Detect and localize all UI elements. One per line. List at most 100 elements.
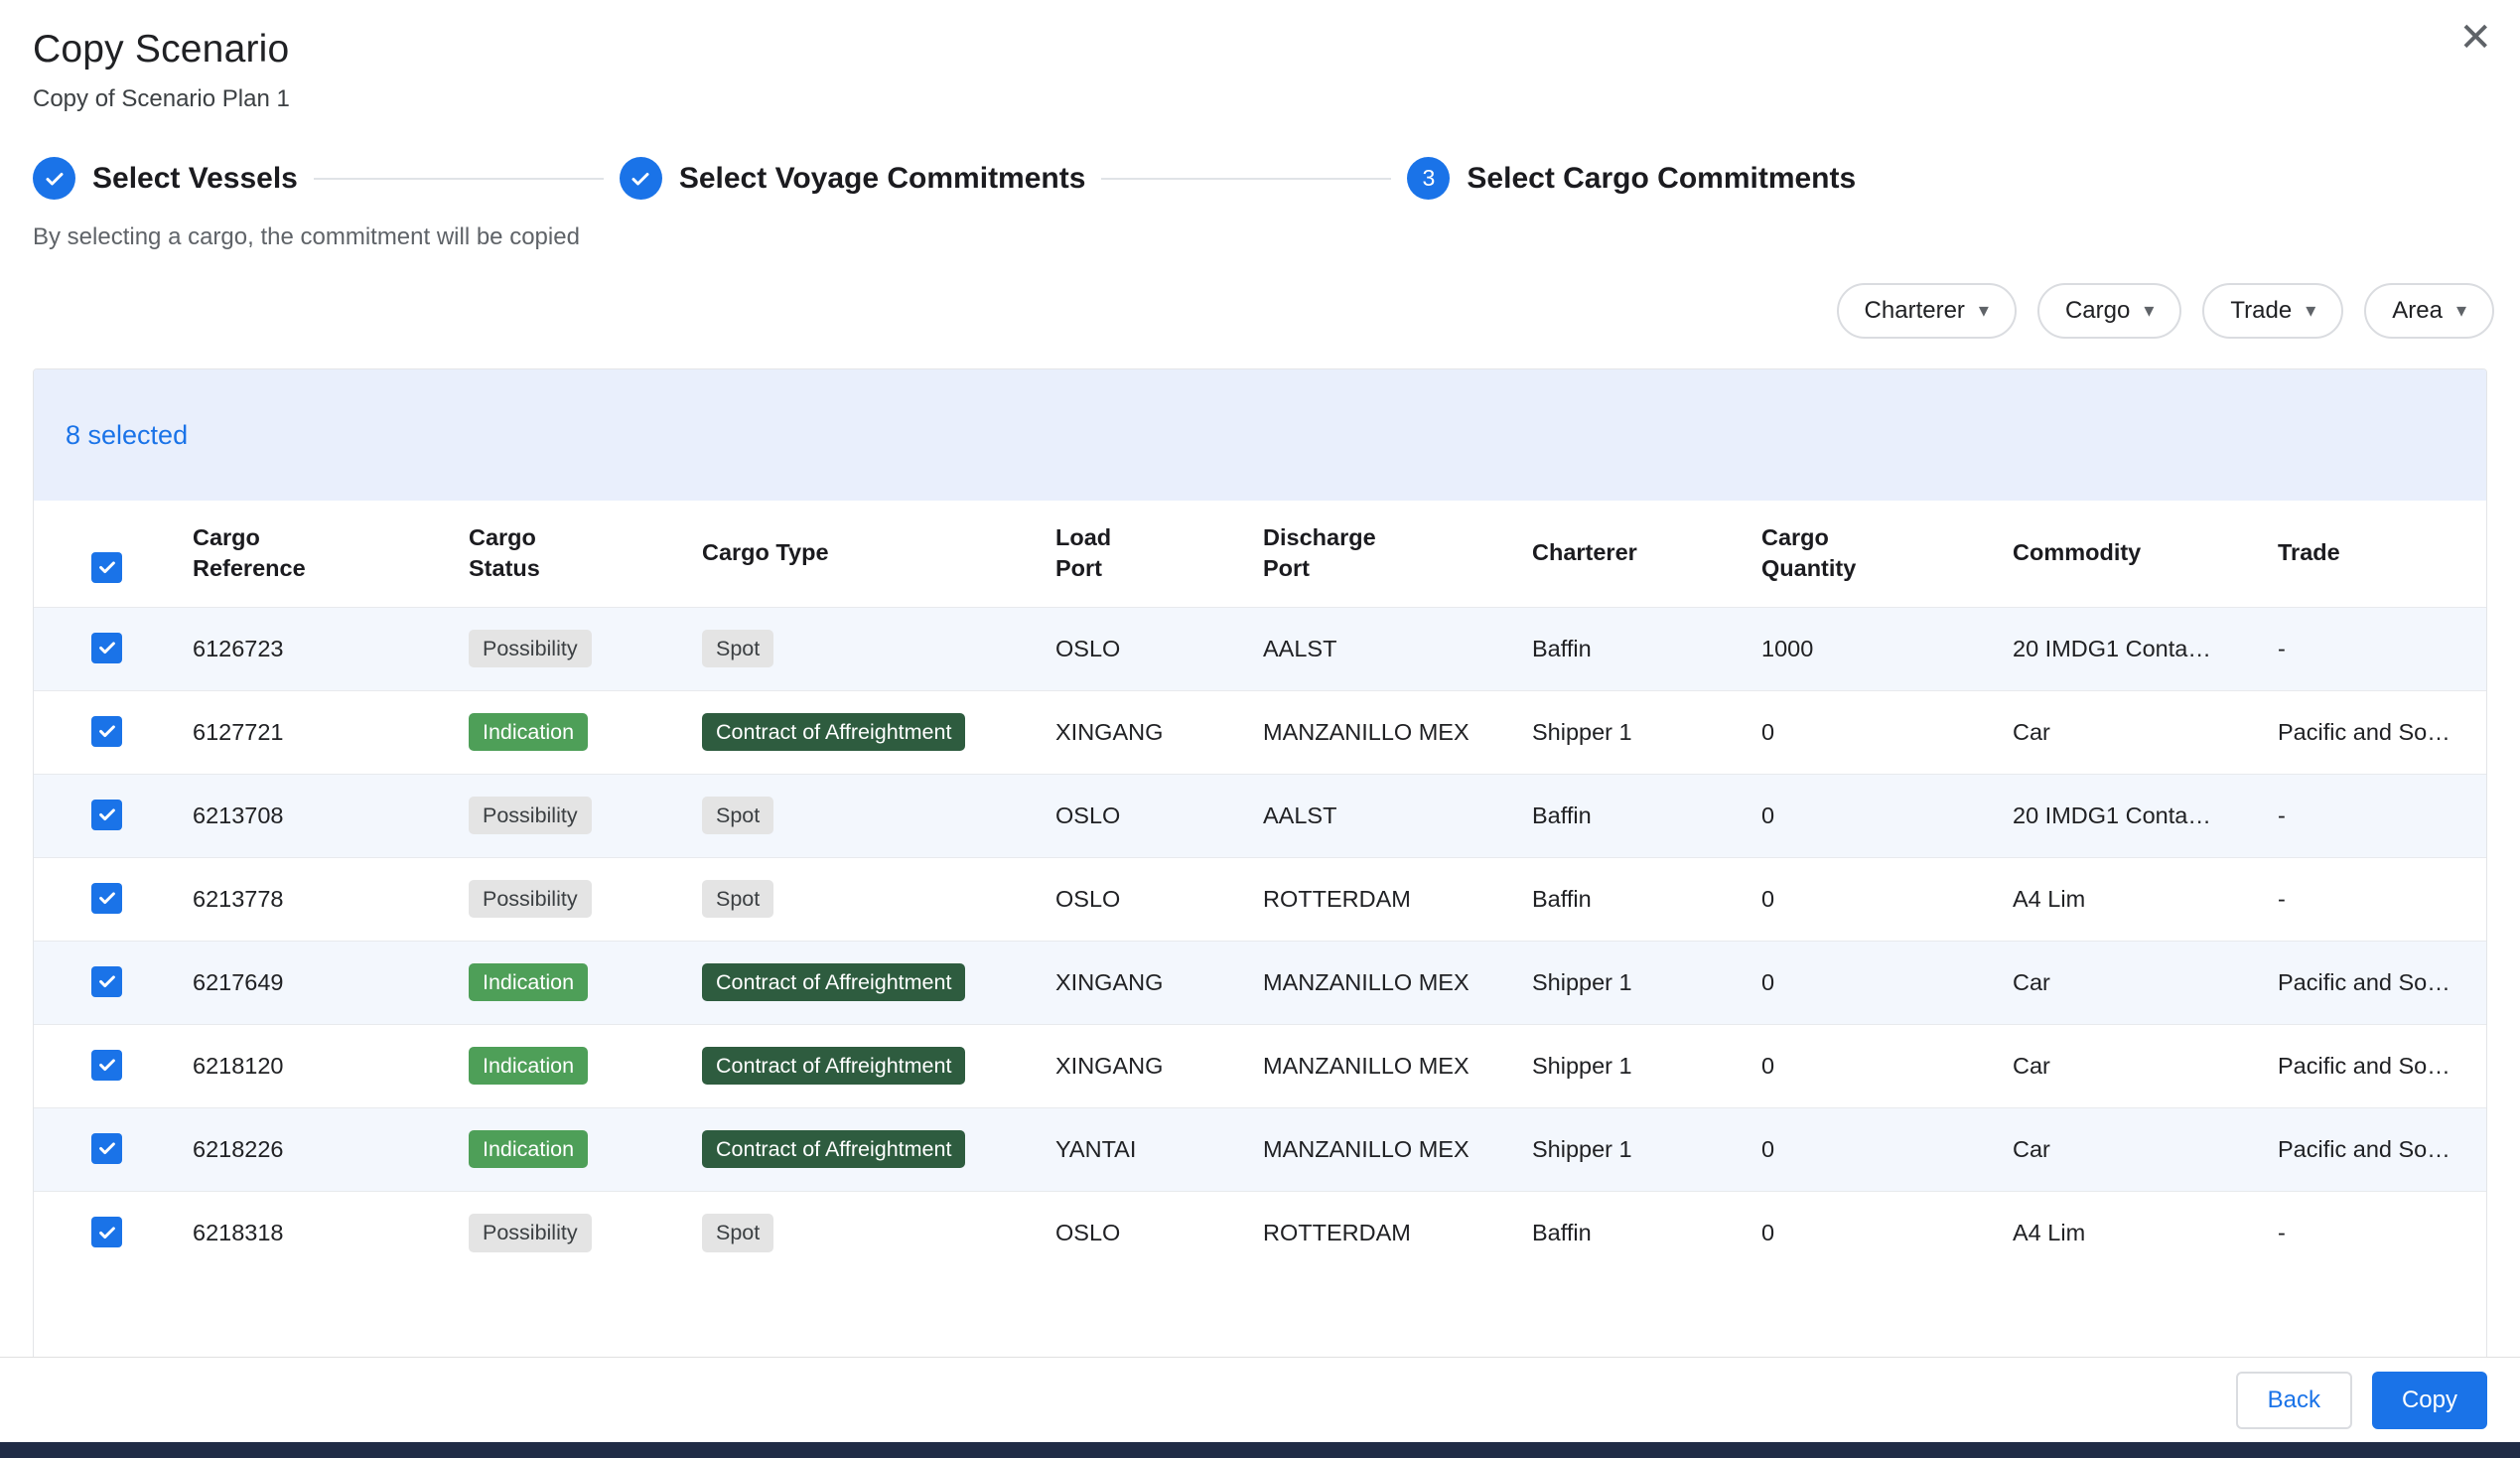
check-icon bbox=[96, 1222, 118, 1243]
commodity-cell: Car bbox=[2003, 1024, 2268, 1107]
back-button[interactable]: Back bbox=[2236, 1372, 2352, 1429]
cargo-reference-cell: 6217649 bbox=[183, 941, 459, 1024]
type-badge: Spot bbox=[702, 630, 773, 668]
step-complete-check-icon bbox=[620, 157, 662, 200]
cargo-status-cell: Indication bbox=[459, 690, 692, 774]
cargo-quantity-cell: 1000 bbox=[1751, 607, 2003, 690]
column-header-charterer: Charterer bbox=[1522, 501, 1751, 607]
type-badge: Contract of Affreightment bbox=[702, 1047, 965, 1086]
dialog-header: Copy Scenario Copy of Scenario Plan 1 ✕ bbox=[0, 0, 2520, 113]
charterer-cell: Baffin bbox=[1522, 774, 1751, 857]
type-badge: Contract of Affreightment bbox=[702, 963, 965, 1002]
cargo-status-cell: Indication bbox=[459, 1024, 692, 1107]
table-row[interactable]: 6126723 Possibility Spot OSLO AALST Baff… bbox=[34, 607, 2486, 690]
charterer-cell: Baffin bbox=[1522, 607, 1751, 690]
row-checkbox[interactable] bbox=[91, 800, 122, 830]
row-checkbox[interactable] bbox=[91, 633, 122, 663]
step-label: Select Cargo Commitments bbox=[1467, 162, 1856, 196]
row-checkbox[interactable] bbox=[91, 966, 122, 997]
trade-cell: - bbox=[2268, 857, 2486, 941]
type-badge: Spot bbox=[702, 1214, 773, 1252]
cargo-reference-cell: 6126723 bbox=[183, 607, 459, 690]
table-row[interactable]: 6213778 Possibility Spot OSLO ROTTERDAM … bbox=[34, 857, 2486, 941]
discharge-port-cell: MANZANILLO MEX bbox=[1253, 690, 1522, 774]
filter-cargo-dropdown[interactable]: Cargo ▾ bbox=[2037, 283, 2181, 339]
status-badge: Possibility bbox=[469, 630, 592, 668]
row-checkbox[interactable] bbox=[91, 1217, 122, 1247]
table-row[interactable]: 6217649 Indication Contract of Affreight… bbox=[34, 941, 2486, 1024]
cargo-quantity-cell: 0 bbox=[1751, 1107, 2003, 1191]
column-header-cargo-reference: Cargo Reference bbox=[183, 501, 459, 607]
trade-cell: Pacific and So… bbox=[2268, 1107, 2486, 1191]
row-checkbox[interactable] bbox=[91, 883, 122, 914]
cargo-type-cell: Spot bbox=[692, 774, 1046, 857]
table-row[interactable]: 6218318 Possibility Spot OSLO ROTTERDAM … bbox=[34, 1191, 2486, 1274]
select-all-checkbox[interactable] bbox=[91, 552, 122, 583]
header-checkbox-cell bbox=[34, 501, 183, 607]
step-select-voyage-commitments[interactable]: Select Voyage Commitments bbox=[620, 157, 1086, 200]
cargo-status-cell: Indication bbox=[459, 941, 692, 1024]
load-port-cell: OSLO bbox=[1046, 857, 1253, 941]
cargo-reference-cell: 6213778 bbox=[183, 857, 459, 941]
column-header-commodity: Commodity bbox=[2003, 501, 2268, 607]
load-port-cell: OSLO bbox=[1046, 774, 1253, 857]
row-checkbox-cell bbox=[34, 941, 183, 1024]
cargo-type-cell: Spot bbox=[692, 857, 1046, 941]
helper-text: By selecting a cargo, the commitment wil… bbox=[0, 223, 2520, 251]
load-port-cell: OSLO bbox=[1046, 607, 1253, 690]
table-row[interactable]: 6218120 Indication Contract of Affreight… bbox=[34, 1024, 2486, 1107]
stepper: Select Vessels Select Voyage Commitments… bbox=[0, 157, 2520, 200]
check-icon bbox=[96, 556, 118, 578]
filter-trade-dropdown[interactable]: Trade ▾ bbox=[2202, 283, 2343, 339]
row-checkbox[interactable] bbox=[91, 1133, 122, 1164]
chevron-down-icon: ▾ bbox=[2306, 301, 2315, 321]
filter-area-dropdown[interactable]: Area ▾ bbox=[2364, 283, 2494, 339]
check-icon bbox=[96, 720, 118, 742]
filter-charterer-dropdown[interactable]: Charterer ▾ bbox=[1837, 283, 2017, 339]
trade-cell: - bbox=[2268, 1191, 2486, 1274]
commodity-cell: Car bbox=[2003, 690, 2268, 774]
stepper-connector bbox=[314, 178, 604, 180]
check-icon bbox=[96, 803, 118, 825]
row-checkbox[interactable] bbox=[91, 1050, 122, 1081]
table-row[interactable]: 6127721 Indication Contract of Affreight… bbox=[34, 690, 2486, 774]
table-row[interactable]: 6213708 Possibility Spot OSLO AALST Baff… bbox=[34, 774, 2486, 857]
check-icon bbox=[96, 1054, 118, 1076]
type-badge: Spot bbox=[702, 797, 773, 835]
cargo-table-panel: 8 selected Cargo Reference Cargo Status … bbox=[33, 368, 2487, 1385]
cargo-quantity-cell: 0 bbox=[1751, 857, 2003, 941]
row-checkbox-cell bbox=[34, 607, 183, 690]
cargo-type-cell: Contract of Affreightment bbox=[692, 1024, 1046, 1107]
trade-cell: - bbox=[2268, 774, 2486, 857]
close-icon[interactable]: ✕ bbox=[2458, 18, 2492, 58]
cargo-type-cell: Contract of Affreightment bbox=[692, 941, 1046, 1024]
discharge-port-cell: MANZANILLO MEX bbox=[1253, 1107, 1522, 1191]
background-app-bar bbox=[0, 1442, 2520, 1458]
table-row[interactable]: 6218226 Indication Contract of Affreight… bbox=[34, 1107, 2486, 1191]
table-body: 6126723 Possibility Spot OSLO AALST Baff… bbox=[34, 607, 2486, 1274]
commodity-cell: A4 Lim bbox=[2003, 1191, 2268, 1274]
load-port-cell: XINGANG bbox=[1046, 1024, 1253, 1107]
row-checkbox[interactable] bbox=[91, 716, 122, 747]
commodity-cell: 20 IMDG1 Conta… bbox=[2003, 607, 2268, 690]
cargo-status-cell: Indication bbox=[459, 1107, 692, 1191]
charterer-cell: Shipper 1 bbox=[1522, 941, 1751, 1024]
cargo-quantity-cell: 0 bbox=[1751, 690, 2003, 774]
cargo-quantity-cell: 0 bbox=[1751, 1191, 2003, 1274]
chevron-down-icon: ▾ bbox=[2144, 301, 2154, 321]
trade-cell: Pacific and So… bbox=[2268, 1024, 2486, 1107]
status-badge: Indication bbox=[469, 963, 588, 1002]
copy-button[interactable]: Copy bbox=[2372, 1372, 2487, 1429]
discharge-port-cell: AALST bbox=[1253, 774, 1522, 857]
row-checkbox-cell bbox=[34, 690, 183, 774]
row-checkbox-cell bbox=[34, 1191, 183, 1274]
filter-label: Cargo bbox=[2065, 297, 2130, 325]
cargo-type-cell: Spot bbox=[692, 1191, 1046, 1274]
trade-cell: Pacific and So… bbox=[2268, 690, 2486, 774]
filter-label: Area bbox=[2392, 297, 2443, 325]
cargo-status-cell: Possibility bbox=[459, 607, 692, 690]
step-select-vessels[interactable]: Select Vessels bbox=[33, 157, 298, 200]
chevron-down-icon: ▾ bbox=[2456, 301, 2466, 321]
step-select-cargo-commitments[interactable]: 3 Select Cargo Commitments bbox=[1407, 157, 1856, 200]
cargo-status-cell: Possibility bbox=[459, 1191, 692, 1274]
